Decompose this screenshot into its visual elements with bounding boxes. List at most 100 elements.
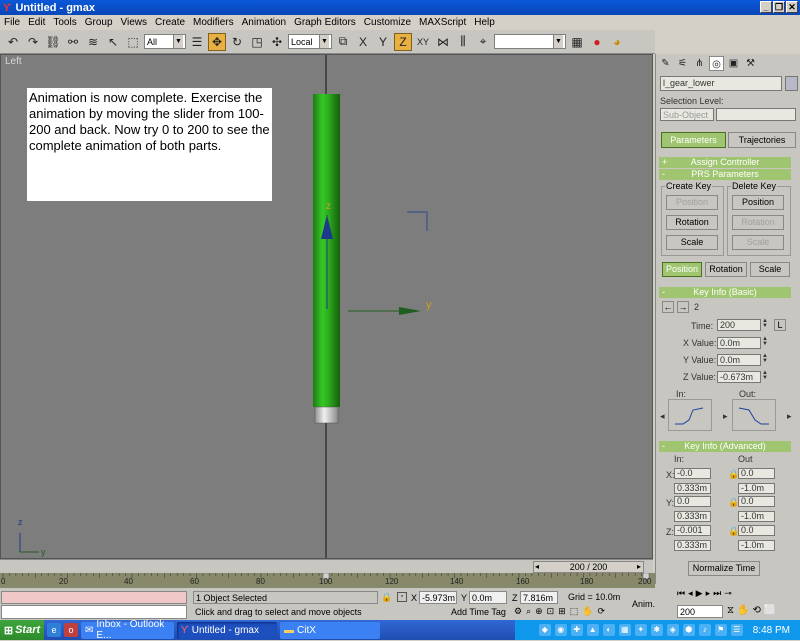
menu-maxscript[interactable]: MAXScript: [415, 17, 470, 28]
taskbar-item-outlook[interactable]: ✉ Inbox - Outlook E...: [81, 619, 174, 641]
select-by-name-icon[interactable]: ☰: [188, 33, 206, 51]
tray-icon[interactable]: ⚑: [714, 624, 727, 636]
maximize-viewport-icon[interactable]: ⬜: [764, 605, 776, 616]
menu-animation[interactable]: Animation: [238, 17, 290, 28]
out-tangent-button[interactable]: [732, 399, 776, 431]
animate-button[interactable]: Anim.: [630, 592, 655, 618]
axis-z-button[interactable]: Z: [394, 32, 412, 51]
mirror-icon[interactable]: ⋈: [434, 33, 452, 51]
tray-icon[interactable]: ▲: [586, 624, 599, 636]
goto-start-icon[interactable]: ⏮: [677, 588, 685, 599]
adv-y-out-speed[interactable]: -1.0m: [738, 511, 775, 522]
tray-icon[interactable]: ✱: [650, 624, 663, 636]
transform-center-icon[interactable]: ⧉: [334, 33, 352, 51]
tray-icon[interactable]: ◆: [538, 624, 551, 636]
menu-modifiers[interactable]: Modifiers: [189, 17, 238, 28]
adv-x-out-speed[interactable]: -1.0m: [738, 483, 775, 494]
add-time-tag[interactable]: Add Time Tag: [449, 606, 511, 619]
menu-views[interactable]: Views: [117, 17, 152, 28]
minimize-button[interactable]: _: [760, 1, 772, 13]
adv-y-out-input[interactable]: 0.0: [738, 496, 775, 507]
zoom-icon[interactable]: ⌕: [526, 606, 531, 617]
time-configuration-icon[interactable]: ⧖: [727, 605, 734, 616]
adv-x-in-input[interactable]: -0.0: [674, 468, 711, 479]
z-value-input[interactable]: -0.673m: [717, 371, 761, 383]
pan-icon[interactable]: ✋: [582, 606, 593, 617]
redo-icon[interactable]: ↷: [24, 33, 42, 51]
prev-frame-icon[interactable]: ◂: [535, 562, 539, 571]
menu-create[interactable]: Create: [151, 17, 189, 28]
lock-button[interactable]: L: [774, 319, 786, 331]
tray-icon[interactable]: ⬢: [682, 624, 695, 636]
axis-y-button[interactable]: Y: [374, 33, 392, 51]
menu-customize[interactable]: Customize: [360, 17, 415, 28]
tray-icon[interactable]: ◐: [602, 624, 615, 636]
menu-edit[interactable]: Edit: [24, 17, 49, 28]
menu-tools[interactable]: Tools: [49, 17, 80, 28]
time-config-icon[interactable]: ⚙: [514, 606, 522, 617]
rotation-mode-button[interactable]: Rotation: [705, 262, 747, 277]
y-spinner-icon[interactable]: ▲ ▼: [762, 353, 768, 365]
display-tab-icon[interactable]: ▣: [726, 56, 741, 71]
quicklaunch-outlook-icon[interactable]: o: [64, 623, 78, 637]
delete-position-key-button[interactable]: Position: [732, 195, 784, 210]
tray-icon[interactable]: ✚: [570, 624, 583, 636]
delete-scale-key-button[interactable]: Scale: [732, 235, 784, 250]
adv-y-in-input[interactable]: 0.0: [674, 496, 711, 507]
hierarchy-tab-icon[interactable]: ⋔: [692, 56, 707, 71]
out-tangent-next-arrow[interactable]: ▸: [787, 411, 792, 422]
utilities-tab-icon[interactable]: ⚒: [743, 56, 758, 71]
menu-help[interactable]: Help: [470, 17, 499, 28]
select-object-icon[interactable]: ↖: [104, 33, 122, 51]
in-tangent-prev-arrow[interactable]: ◂: [660, 411, 665, 422]
normalize-time-button[interactable]: Normalize Time: [688, 561, 760, 576]
play-icon[interactable]: ▶: [696, 588, 703, 599]
quicklaunch-ie-icon[interactable]: e: [47, 623, 61, 637]
clock[interactable]: 8:48 PM: [753, 625, 790, 636]
menu-graph-editors[interactable]: Graph Editors: [290, 17, 360, 28]
link-icon[interactable]: ⛓: [44, 33, 62, 51]
undo-icon[interactable]: ↶: [4, 33, 22, 51]
viewport-left[interactable]: Left z y z y Animation is now complete. …: [0, 54, 653, 559]
next-frame-icon[interactable]: ▸: [637, 562, 641, 571]
tray-icon[interactable]: ◈: [666, 624, 679, 636]
adv-z-in-speed[interactable]: 0.333m: [674, 540, 711, 551]
key-mode-icon[interactable]: ⊸: [724, 588, 732, 599]
axis-xy-button[interactable]: XY: [414, 33, 432, 51]
x-spinner-icon[interactable]: ▲ ▼: [762, 336, 768, 348]
in-tangent-next-arrow[interactable]: ▸: [723, 411, 728, 422]
tray-icon[interactable]: ☰: [730, 624, 743, 636]
current-frame-field[interactable]: 200: [677, 605, 723, 618]
next-key-arrow-icon[interactable]: →: [677, 301, 689, 313]
taskbar-item-citx[interactable]: ▬ CitX: [280, 621, 380, 639]
delete-rotation-key-button[interactable]: Rotation: [732, 215, 784, 230]
sub-object-button[interactable]: Sub-Object: [660, 108, 714, 121]
x-coord-field[interactable]: -5.973m: [419, 591, 457, 604]
start-button[interactable]: ⊞ Start: [0, 620, 44, 640]
trajectories-button[interactable]: Trajectories: [728, 132, 796, 148]
goto-end-icon[interactable]: ⏭: [713, 588, 721, 599]
region-select-icon[interactable]: ⬚: [124, 33, 142, 51]
sub-object-dropdown[interactable]: [716, 108, 796, 121]
menu-group[interactable]: Group: [81, 17, 117, 28]
rotate-icon[interactable]: ↻: [228, 33, 246, 51]
arc-rotate-icon[interactable]: ⟳: [598, 606, 606, 617]
render-icon[interactable]: ●: [588, 33, 606, 51]
x-value-input[interactable]: 0.0m: [717, 337, 761, 349]
parameters-button[interactable]: Parameters: [661, 132, 726, 148]
tray-icon[interactable]: ▦: [618, 624, 631, 636]
tray-icon[interactable]: ✦: [634, 624, 647, 636]
adv-y-in-speed[interactable]: 0.333m: [674, 511, 711, 522]
pivot-icon[interactable]: ✣: [268, 33, 286, 51]
time-input[interactable]: 200: [717, 319, 761, 331]
next-frame-button-icon[interactable]: ▸: [706, 588, 711, 599]
time-slider[interactable]: 200 / 200 ◂ ▸: [0, 559, 653, 573]
y-value-input[interactable]: 0.0m: [717, 354, 761, 366]
quick-render-icon[interactable]: ◕: [608, 33, 626, 51]
adv-z-out-speed[interactable]: -1.0m: [738, 540, 775, 551]
prev-frame-button-icon[interactable]: ◂: [688, 588, 693, 599]
z-coord-field[interactable]: 7.816m: [520, 591, 558, 604]
axis-x-button[interactable]: X: [354, 33, 372, 51]
zoom-all-icon[interactable]: ⊕: [535, 606, 543, 617]
unlink-icon[interactable]: ⚯: [64, 33, 82, 51]
